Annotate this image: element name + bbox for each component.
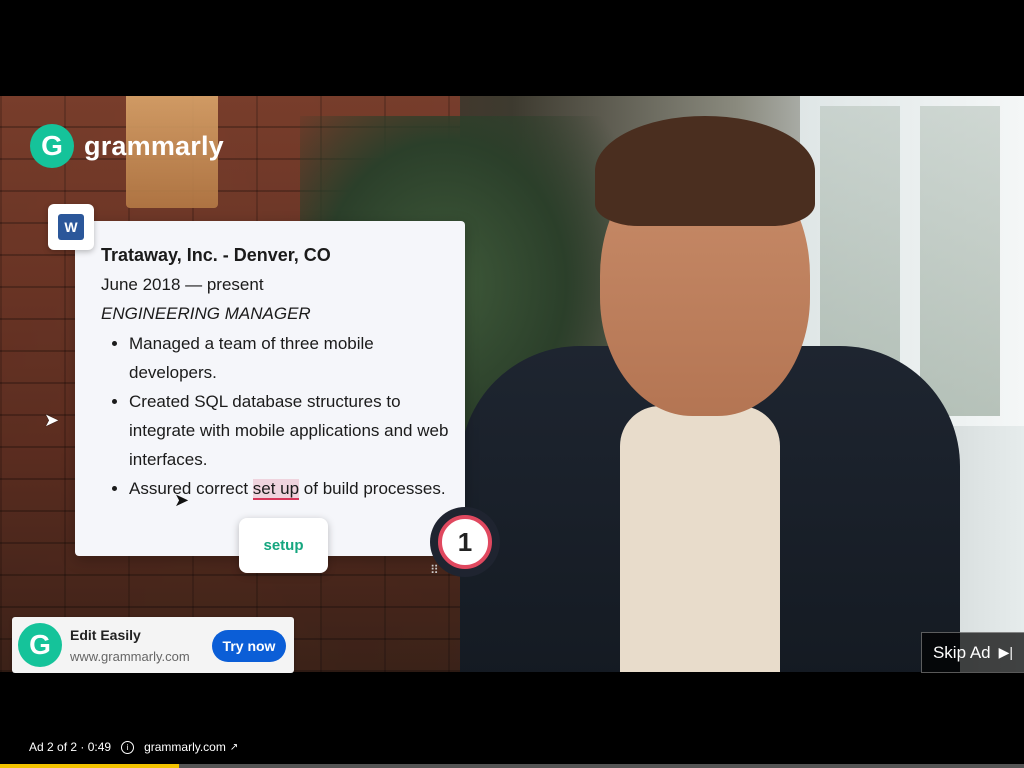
ad-url: www.grammarly.com — [70, 648, 190, 664]
role-line: ENGINEERING MANAGER — [101, 304, 311, 323]
mouse-cursor-icon: ➤ — [44, 410, 60, 430]
grammarly-brand: G grammarly — [30, 124, 224, 168]
ad-title: Edit Easily — [70, 626, 141, 643]
external-link-icon: ↗ — [229, 741, 239, 753]
dates-line: June 2018 — present — [101, 275, 264, 294]
ad-progress-bar[interactable] — [0, 764, 1024, 768]
issue-count-badge[interactable]: 1 — [430, 507, 500, 577]
ad-info-bar: Ad 2 of 2 · 0:49 i grammarly.com ↗ — [29, 740, 238, 754]
bullet-item: Created SQL database structures to integ… — [129, 387, 459, 474]
bullet-item: Managed a team of three mobile developer… — [129, 329, 459, 387]
skip-ad-label: Skip Ad — [932, 642, 991, 662]
drag-handle-icon[interactable]: ⠿ — [430, 563, 439, 577]
shirt — [620, 406, 780, 672]
resume-card: Trataway, Inc. - Denver, CO June 2018 — … — [75, 221, 465, 556]
ad-progress-fill — [0, 764, 180, 768]
advertiser-domain[interactable]: grammarly.com ↗ — [144, 740, 238, 754]
brand-name: grammarly — [84, 130, 224, 161]
suggestion-chip[interactable]: setup — [239, 518, 328, 573]
try-now-button[interactable]: Try now — [212, 630, 286, 662]
bullet-list: Managed a team of three mobile developer… — [101, 329, 459, 503]
ad-text: Edit Easily www.grammarly.com — [70, 627, 190, 664]
grammarly-logo-icon: G — [30, 124, 74, 168]
word-app-icon: W — [48, 204, 94, 250]
skip-next-icon: ▶| — [998, 644, 1014, 660]
issue-count: 1 — [438, 515, 492, 569]
info-icon[interactable]: i — [121, 740, 135, 754]
skip-ad-button[interactable]: Skip Ad ▶| — [921, 632, 1024, 673]
flagged-phrase[interactable]: set up — [252, 479, 300, 500]
ad-position: Ad 2 of 2 · 0:49 — [29, 740, 112, 754]
grammarly-logo-icon: G — [18, 623, 62, 667]
ad-companion-card[interactable]: G Edit Easily www.grammarly.com Try now — [12, 617, 294, 673]
company-line: Trataway, Inc. - Denver, CO — [101, 245, 331, 265]
demo-cursor-icon: ➤ — [174, 490, 190, 510]
person — [440, 106, 960, 672]
hair — [595, 116, 815, 226]
